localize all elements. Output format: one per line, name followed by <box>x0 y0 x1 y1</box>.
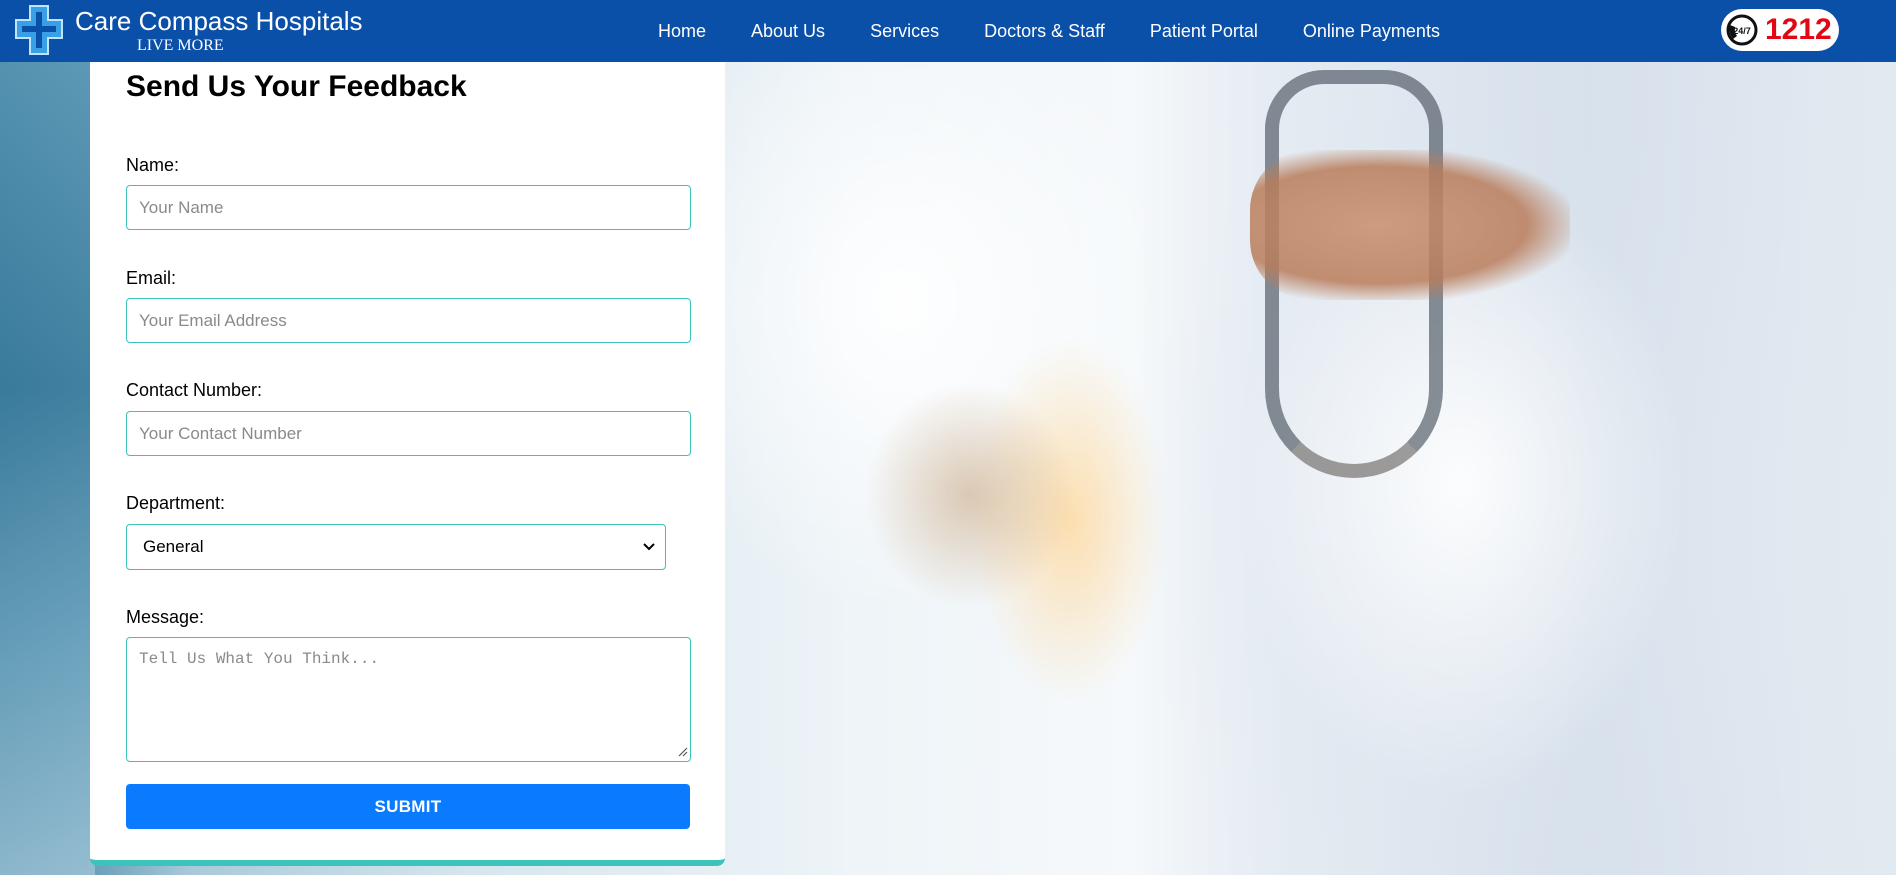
nav-doctors-staff[interactable]: Doctors & Staff <box>984 21 1105 42</box>
hotline-icon-text: 24/7 <box>1733 26 1751 36</box>
department-select[interactable]: General <box>126 524 666 570</box>
brand-name[interactable]: Care Compass Hospitals <box>75 6 363 36</box>
page: Care Compass Hospitals LIVE MORE Home Ab… <box>0 0 1896 875</box>
submit-button[interactable]: SUBMIT <box>126 784 690 829</box>
nav-home[interactable]: Home <box>658 21 706 42</box>
background-hallway-left <box>0 62 95 875</box>
nav-about-us[interactable]: About Us <box>751 21 825 42</box>
background-doctor-hand <box>1250 150 1570 300</box>
name-input[interactable] <box>126 185 691 230</box>
department-label: Department: <box>126 493 226 513</box>
chevron-down-icon <box>643 543 655 551</box>
form-title: Send Us Your Feedback <box>126 70 467 103</box>
nav-services[interactable]: Services <box>870 21 939 42</box>
message-label: Message: <box>126 607 205 627</box>
feedback-form-card: Send Us Your Feedback Name: Email: Conta… <box>90 62 725 866</box>
hotline-badge[interactable]: 24/7 1212 <box>1721 9 1839 51</box>
brand-tagline: LIVE MORE <box>137 37 224 54</box>
nav-patient-portal[interactable]: Patient Portal <box>1150 21 1258 42</box>
24-7-phone-icon: 24/7 <box>1726 14 1758 46</box>
hotline-number[interactable]: 1212 <box>1765 13 1832 47</box>
contact-number-label: Contact Number: <box>126 380 263 400</box>
main-nav: Home About Us Services Doctors & Staff P… <box>658 0 1485 62</box>
medical-cross-icon[interactable] <box>10 2 68 58</box>
nav-online-payments[interactable]: Online Payments <box>1303 21 1440 42</box>
resize-handle-icon[interactable] <box>678 747 688 757</box>
name-label: Name: <box>126 155 180 175</box>
email-input[interactable] <box>126 298 691 343</box>
background-people-silhouettes <box>820 350 1120 640</box>
email-label: Email: <box>126 268 177 288</box>
message-textarea[interactable] <box>126 637 691 762</box>
department-selected-value: General <box>143 537 204 556</box>
site-header: Care Compass Hospitals LIVE MORE Home Ab… <box>0 0 1896 62</box>
contact-number-input[interactable] <box>126 411 691 456</box>
